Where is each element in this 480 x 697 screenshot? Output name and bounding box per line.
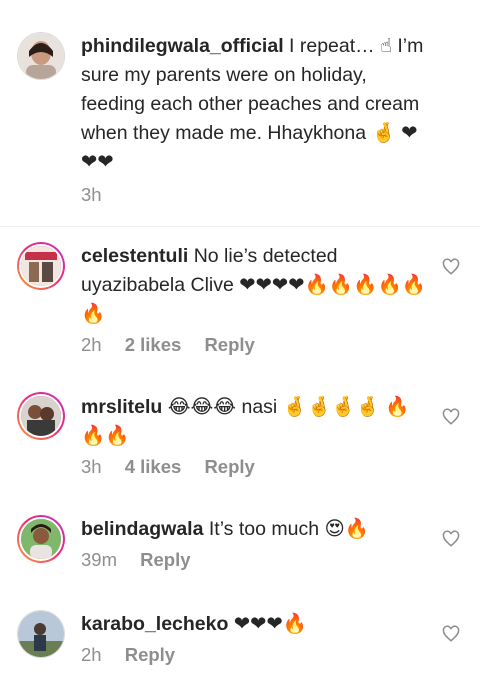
comment-meta: 39m Reply — [81, 546, 426, 574]
avatar-image — [21, 519, 61, 559]
comment-meta: 2h Reply — [81, 641, 426, 669]
heart-outline-icon[interactable] — [442, 530, 460, 548]
comment-text: ❤❤❤🔥 — [228, 613, 308, 635]
heart-outline-icon[interactable] — [442, 258, 460, 276]
avatar[interactable] — [17, 515, 65, 563]
avatar-image — [18, 33, 64, 79]
comment-meta: 3h 4 likes Reply — [81, 453, 426, 481]
reply-button[interactable]: Reply — [125, 644, 175, 665]
heart-outline-icon[interactable] — [442, 408, 460, 426]
comment-time: 3h — [81, 184, 102, 205]
comment-meta: 3h — [81, 181, 426, 209]
comment-likes[interactable]: 4 likes — [125, 456, 182, 477]
comment-username[interactable]: mrslitelu — [81, 396, 162, 418]
avatar-image — [21, 396, 61, 436]
avatar[interactable] — [17, 610, 65, 658]
comment-body: karabo_lecheko ❤❤❤🔥 2h Reply — [81, 610, 426, 669]
heart-outline-icon[interactable] — [442, 625, 460, 643]
comment-body: belindagwala It’s too much 😍🔥 39m Reply — [81, 515, 426, 574]
comment-username[interactable]: belindagwala — [81, 518, 203, 540]
avatar-image — [18, 611, 64, 657]
comment-time: 39m — [81, 549, 117, 570]
avatar[interactable] — [17, 392, 65, 440]
reply-button[interactable]: Reply — [204, 334, 254, 355]
comment-likes[interactable]: 2 likes — [125, 334, 182, 355]
avatar[interactable] — [17, 32, 65, 80]
reply-button[interactable]: Reply — [140, 549, 190, 570]
avatar[interactable] — [17, 242, 65, 290]
comment-username[interactable]: phindilegwala_official — [81, 35, 284, 57]
comment-body: celestentuli No lie’s detected uyazibabe… — [81, 242, 426, 359]
reply-button[interactable]: Reply — [204, 456, 254, 477]
comment-body: phindilegwala_official I repeat… ☝ I’m s… — [81, 32, 426, 209]
comment-time: 3h — [81, 456, 102, 477]
comment-username[interactable]: karabo_lecheko — [81, 613, 228, 635]
comment-body: mrslitelu 😂😂😂 nasi 🤞🤞🤞🤞 🔥🔥🔥 3h 4 likes R… — [81, 393, 426, 481]
divider — [0, 226, 480, 227]
comment-time: 2h — [81, 644, 102, 665]
comment-username[interactable]: celestentuli — [81, 245, 188, 267]
comment-time: 2h — [81, 334, 102, 355]
avatar-image — [21, 246, 61, 286]
comment-meta: 2h 2 likes Reply — [81, 331, 426, 359]
comment-text: It’s too much 😍🔥 — [203, 518, 370, 540]
